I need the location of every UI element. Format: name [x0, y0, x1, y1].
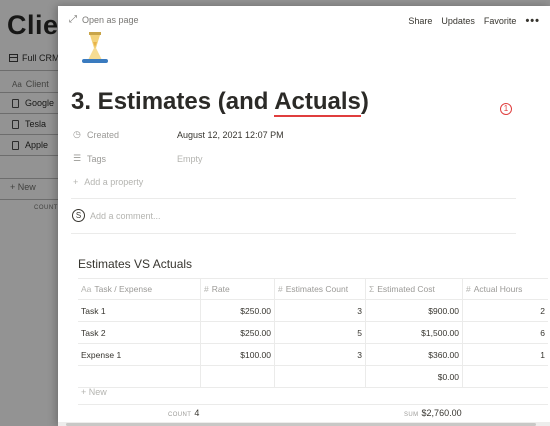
new-row-button[interactable]: + New [81, 387, 107, 397]
add-property-button[interactable]: + Add a property [73, 177, 143, 187]
expand-diagonal-icon: ⤢ [69, 14, 77, 25]
add-property-label: Add a property [84, 177, 144, 187]
column-header-label: Estimates Count [285, 284, 349, 294]
comment-placeholder: Add a comment... [90, 210, 161, 221]
page-peek-modal: ⤢ Open as page Share Updates Favorite ••… [58, 6, 550, 426]
updates-button[interactable]: Updates [441, 16, 475, 26]
avatar: S [72, 209, 85, 222]
table-cell[interactable]: Expense 1 [78, 344, 201, 365]
table-row: Task 2 $250.00 5 $1,500.00 6 [78, 322, 548, 344]
favorite-button[interactable]: Favorite [484, 16, 517, 26]
number-property-icon: # [466, 284, 471, 294]
spellcheck-badge[interactable]: 1 [500, 103, 512, 115]
column-header-estimated-cost[interactable]: Σ Estimated Cost [366, 279, 463, 299]
table-cell[interactable] [463, 366, 548, 387]
plus-icon: + [73, 177, 79, 187]
divider [71, 233, 516, 234]
topbar-actions: Share Updates Favorite ••• [408, 15, 540, 27]
formula-property-icon: Σ [369, 284, 375, 294]
share-button[interactable]: Share [408, 16, 432, 26]
plus-icon: + [81, 387, 87, 397]
property-value: August 12, 2021 12:07 PM [177, 129, 284, 140]
clock-icon: ◷ [73, 129, 81, 139]
open-as-page-label: Open as page [82, 14, 139, 25]
table-row: $0.00 [78, 366, 548, 388]
more-options-icon[interactable]: ••• [525, 15, 540, 27]
table-cell[interactable]: 3 [275, 300, 366, 321]
table-cell[interactable]: $100.00 [201, 344, 275, 365]
estimates-table: Aa Task / Expense # Rate # Estimates Count … [78, 278, 548, 388]
hourglass-icon[interactable] [78, 32, 112, 66]
table-cell[interactable]: 3 [275, 344, 366, 365]
list-icon: ☰ [73, 153, 82, 163]
table-cell[interactable]: $0.00 [366, 366, 463, 387]
page-title[interactable]: 3. Estimates (and Actuals) [71, 88, 369, 117]
sum-calculation[interactable]: SUM $2,760.00 [404, 408, 462, 418]
database-title[interactable]: Estimates VS Actuals [78, 257, 192, 271]
table-cell[interactable]: $250.00 [201, 322, 275, 343]
table-cell[interactable]: $900.00 [366, 300, 463, 321]
number-property-icon: # [204, 284, 209, 294]
count-value: 4 [194, 408, 200, 418]
table-cell[interactable]: 2 [463, 300, 548, 321]
page-title-text: 3. Estimates (and [71, 88, 275, 115]
column-header-label: Actual Hours [473, 284, 523, 294]
table-cell[interactable]: $250.00 [201, 300, 275, 321]
table-cell[interactable]: $1,500.00 [366, 322, 463, 343]
table-cell[interactable] [201, 366, 275, 387]
number-property-icon: # [278, 284, 283, 294]
divider [78, 404, 548, 405]
divider [71, 198, 516, 199]
property-name: Tags [87, 153, 107, 164]
property-created[interactable]: ◷ Created August 12, 2021 12:07 PM [73, 129, 284, 140]
table-row: Expense 1 $100.00 3 $360.00 1 [78, 344, 548, 366]
property-name: Created [87, 129, 120, 140]
column-header-label: Estimated Cost [377, 284, 435, 294]
open-as-page-button[interactable]: ⤢ Open as page [69, 14, 139, 25]
page-title-spellcheck-word: Actuals [274, 88, 361, 117]
property-value-empty: Empty [177, 153, 203, 164]
table-header-row: Aa Task / Expense # Rate # Estimates Count … [78, 278, 548, 300]
page-title-text-end: ) [360, 88, 369, 115]
table-cell[interactable]: $360.00 [366, 344, 463, 365]
table-cell[interactable]: 6 [463, 322, 548, 343]
property-tags[interactable]: ☰ Tags Empty [73, 153, 203, 164]
count-calculation[interactable]: COUNT 4 [168, 408, 199, 418]
sum-value: $2,760.00 [421, 408, 462, 418]
table-cell[interactable]: Task 1 [78, 300, 201, 321]
text-property-icon: Aa [81, 284, 92, 294]
column-header-label: Rate [211, 284, 230, 294]
table-cell[interactable] [78, 366, 201, 387]
table-cell[interactable]: 5 [275, 322, 366, 343]
modal-topbar: ⤢ Open as page Share Updates Favorite ••… [58, 6, 550, 36]
table-cell[interactable]: 1 [463, 344, 548, 365]
table-cell[interactable]: Task 2 [78, 322, 201, 343]
column-header-rate[interactable]: # Rate [201, 279, 275, 299]
count-label: COUNT [168, 412, 192, 418]
comment-input[interactable]: S Add a comment... [72, 209, 161, 222]
new-row-label: New [88, 387, 107, 397]
sum-label: SUM [404, 412, 419, 418]
table-row: Task 1 $250.00 3 $900.00 2 [78, 300, 548, 322]
table-cell[interactable] [275, 366, 366, 387]
column-header-actual-hours[interactable]: # Actual Hours [463, 279, 548, 299]
column-header-task[interactable]: Aa Task / Expense [78, 279, 201, 299]
column-header-estimates-count[interactable]: # Estimates Count [275, 279, 366, 299]
column-header-label: Task / Expense [94, 284, 153, 294]
